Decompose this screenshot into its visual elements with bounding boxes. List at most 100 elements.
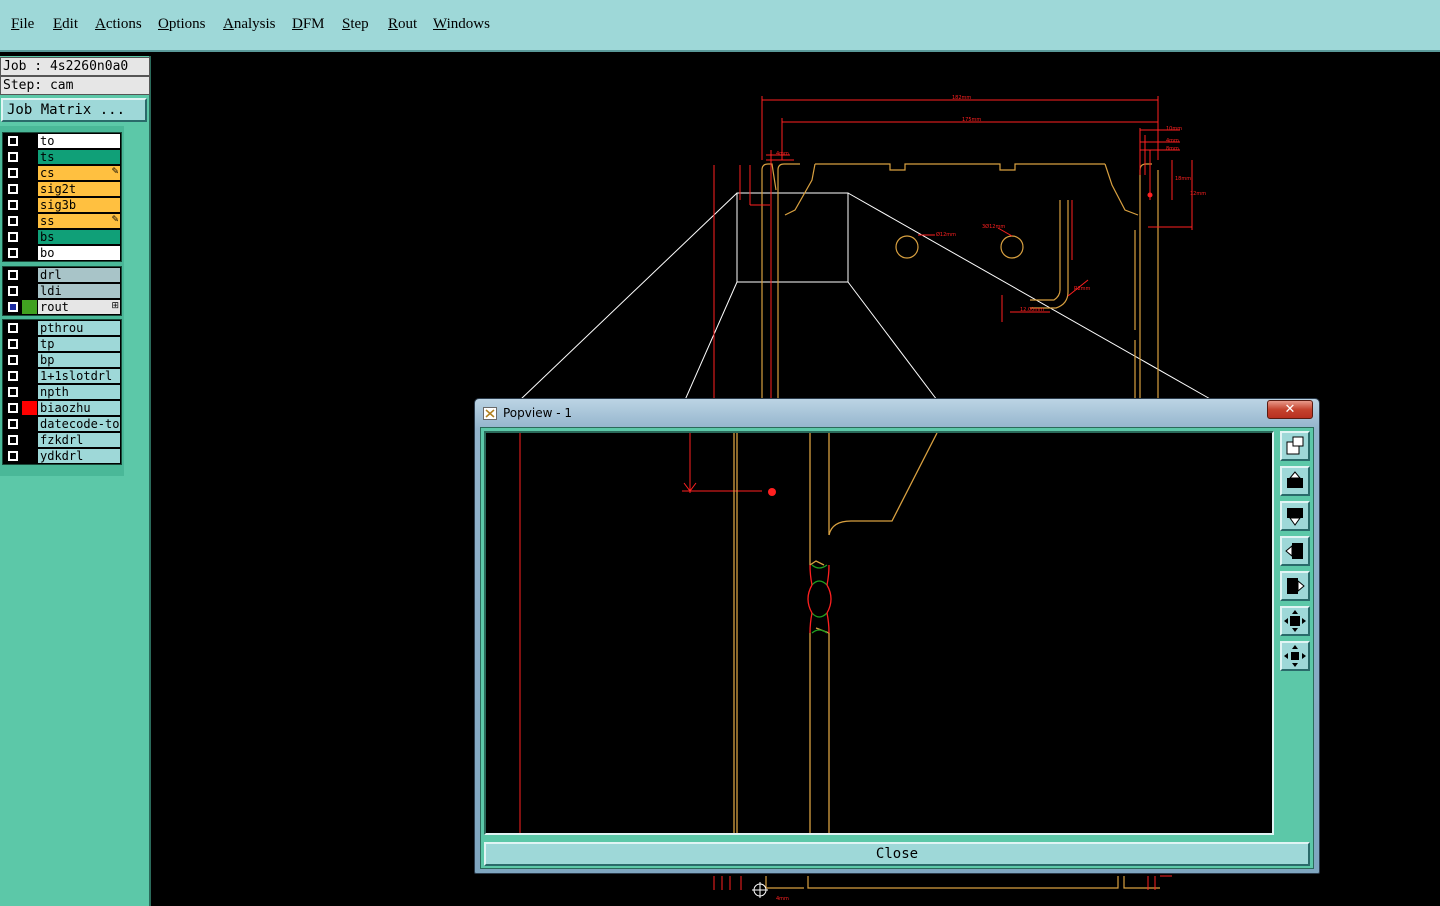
menu-rout[interactable]: Rout <box>388 16 417 33</box>
layer-row-ldi[interactable]: ldi <box>3 283 121 299</box>
layer-name[interactable]: ydkdrl <box>38 449 120 463</box>
popview-window[interactable]: Popview - 1 ✕ Close <box>474 398 1320 874</box>
layer-color-swatch[interactable] <box>22 337 37 351</box>
layer-name[interactable]: datecode-to <box>38 417 120 431</box>
layer-color-swatch[interactable] <box>22 449 37 463</box>
layer-name[interactable]: ts <box>38 150 120 164</box>
layer-color-swatch[interactable] <box>22 182 37 196</box>
layer-row-fzkdrl[interactable]: fzkdrl <box>3 432 121 448</box>
layer-checkbox[interactable] <box>8 355 18 365</box>
menu-dfm[interactable]: DFM <box>292 16 325 33</box>
layer-row-biaozhu[interactable]: biaozhu <box>3 400 121 416</box>
layer-color-swatch[interactable] <box>22 198 37 212</box>
layer-row-ss[interactable]: ss ✎ <box>3 213 121 229</box>
pan-up-icon[interactable] <box>1280 466 1310 496</box>
menu-edit[interactable]: Edit <box>53 16 78 33</box>
layer-row-tp[interactable]: tp <box>3 336 121 352</box>
layer-checkbox[interactable] <box>8 168 18 178</box>
layer-color-swatch[interactable] <box>22 284 37 298</box>
layer-color-swatch[interactable] <box>22 321 37 335</box>
layer-name[interactable]: 1+1slotdrl <box>38 369 120 383</box>
menu-actions[interactable]: Actions <box>95 16 142 33</box>
layer-name[interactable]: bs <box>38 230 120 244</box>
layer-row-ydkdrl[interactable]: ydkdrl <box>3 448 121 464</box>
layer-row-ts[interactable]: ts <box>3 149 121 165</box>
layer-row-pthrou[interactable]: pthrou <box>3 320 121 336</box>
menu-file[interactable]: File <box>11 16 34 33</box>
layer-checkbox[interactable] <box>8 451 18 461</box>
job-matrix-button[interactable]: Job Matrix ... <box>1 98 147 122</box>
layer-color-swatch[interactable] <box>22 268 37 282</box>
layer-checkbox[interactable] <box>8 302 18 312</box>
layer-name[interactable]: ss <box>38 214 120 228</box>
close-button[interactable]: Close <box>484 842 1310 866</box>
layer-row-to[interactable]: to <box>3 133 121 149</box>
layer-checkbox[interactable] <box>8 339 18 349</box>
layer-color-swatch[interactable] <box>22 150 37 164</box>
layer-row-rout[interactable]: rout ⊞ <box>3 299 121 315</box>
layer-checkbox[interactable] <box>8 387 18 397</box>
layer-row-cs[interactable]: cs ✎ <box>3 165 121 181</box>
layer-name[interactable]: bp <box>38 353 120 367</box>
layer-color-swatch[interactable] <box>22 433 37 447</box>
popview-canvas[interactable] <box>484 431 1274 835</box>
layer-name[interactable]: npth <box>38 385 120 399</box>
layer-checkbox[interactable] <box>8 216 18 226</box>
layer-name[interactable]: pthrou <box>38 321 120 335</box>
layer-row-bs[interactable]: bs <box>3 229 121 245</box>
layer-row-npth[interactable]: npth <box>3 384 121 400</box>
layer-color-swatch[interactable] <box>22 401 37 415</box>
layer-row-1+1slotdrl[interactable]: 1+1slotdrl <box>3 368 121 384</box>
layer-checkbox[interactable] <box>8 152 18 162</box>
layer-checkbox[interactable] <box>8 403 18 413</box>
layer-name[interactable]: fzkdrl <box>38 433 120 447</box>
layer-row-bp[interactable]: bp <box>3 352 121 368</box>
layer-color-swatch[interactable] <box>22 230 37 244</box>
layer-name[interactable]: biaozhu <box>38 401 120 415</box>
menu-windows[interactable]: Windows <box>433 16 490 33</box>
layer-row-datecode-to[interactable]: datecode-to <box>3 416 121 432</box>
layer-row-sig3b[interactable]: sig3b <box>3 197 121 213</box>
layer-checkbox[interactable] <box>8 270 18 280</box>
layer-color-swatch[interactable] <box>22 385 37 399</box>
layer-checkbox[interactable] <box>8 248 18 258</box>
layer-name[interactable]: cs <box>38 166 120 180</box>
layer-checkbox[interactable] <box>8 184 18 194</box>
layer-color-swatch[interactable] <box>22 300 37 314</box>
layer-color-swatch[interactable] <box>22 134 37 148</box>
layer-color-swatch[interactable] <box>22 214 37 228</box>
layer-color-swatch[interactable] <box>22 353 37 367</box>
layer-name[interactable]: rout <box>38 300 120 314</box>
layer-checkbox[interactable] <box>8 136 18 146</box>
layer-color-swatch[interactable] <box>22 417 37 431</box>
menu-analysis[interactable]: Analysis <box>223 16 276 33</box>
layer-name[interactable]: sig3b <box>38 198 120 212</box>
layer-name[interactable]: to <box>38 134 120 148</box>
zoom-center-icon[interactable] <box>1280 641 1310 671</box>
layer-name[interactable]: ldi <box>38 284 120 298</box>
zoom-fit-icon[interactable] <box>1280 606 1310 636</box>
layer-checkbox[interactable] <box>8 371 18 381</box>
layer-checkbox[interactable] <box>8 323 18 333</box>
layer-name[interactable]: tp <box>38 337 120 351</box>
layer-row-sig2t[interactable]: sig2t <box>3 181 121 197</box>
layer-checkbox[interactable] <box>8 419 18 429</box>
layer-row-bo[interactable]: bo <box>3 245 121 261</box>
layer-color-swatch[interactable] <box>22 246 37 260</box>
layer-checkbox[interactable] <box>8 286 18 296</box>
zoom-window-icon[interactable] <box>1280 431 1310 461</box>
layer-name[interactable]: sig2t <box>38 182 120 196</box>
layer-checkbox[interactable] <box>8 232 18 242</box>
layer-color-swatch[interactable] <box>22 166 37 180</box>
menu-options[interactable]: Options <box>158 16 206 33</box>
layer-row-drl[interactable]: drl <box>3 267 121 283</box>
layer-checkbox[interactable] <box>8 200 18 210</box>
menu-step[interactable]: Step <box>342 16 369 33</box>
pan-down-icon[interactable] <box>1280 501 1310 531</box>
pan-left-icon[interactable] <box>1280 536 1310 566</box>
layer-checkbox[interactable] <box>8 435 18 445</box>
layer-color-swatch[interactable] <box>22 369 37 383</box>
window-close-button[interactable]: ✕ <box>1267 400 1313 419</box>
pan-right-icon[interactable] <box>1280 571 1310 601</box>
layer-name[interactable]: bo <box>38 246 120 260</box>
